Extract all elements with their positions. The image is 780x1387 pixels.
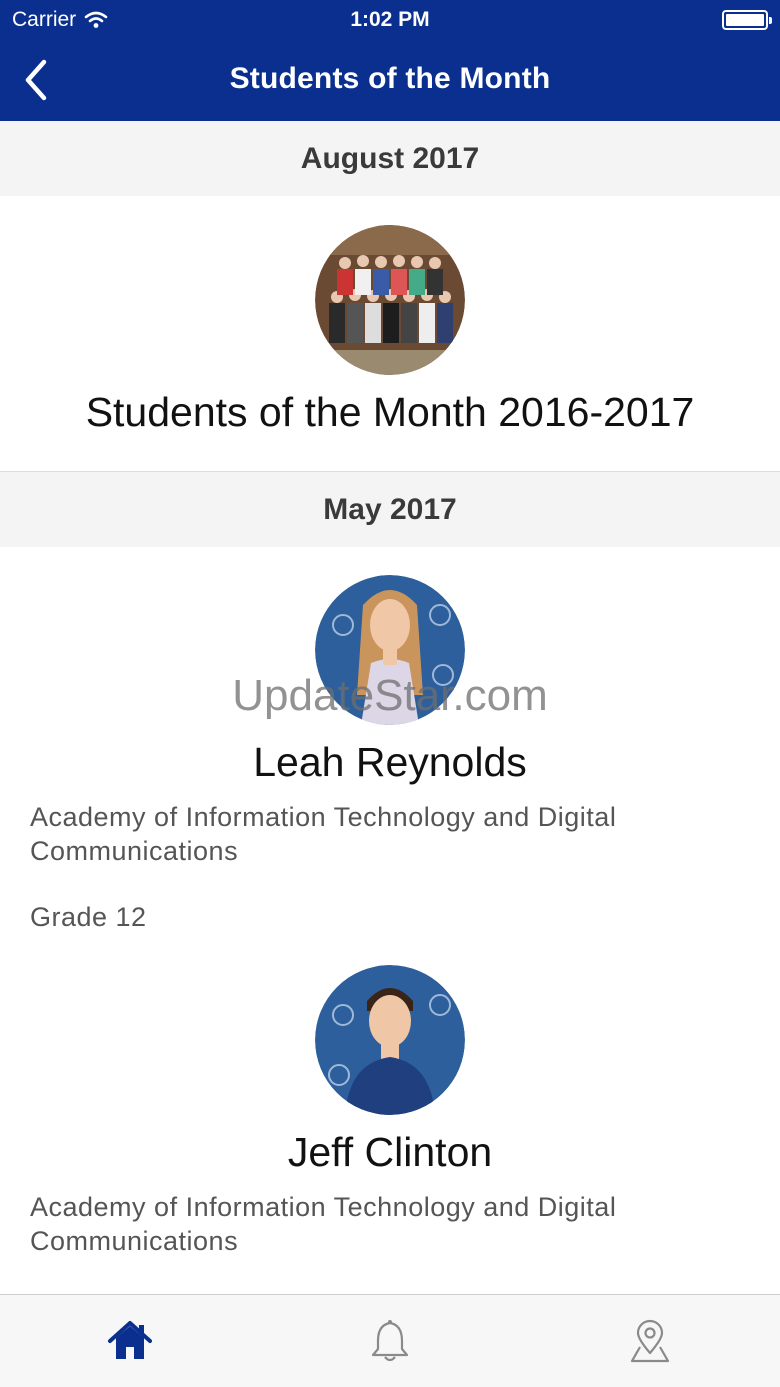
list-item[interactable]: Leah Reynolds Academy of Information Tec… bbox=[0, 547, 780, 965]
tab-home[interactable] bbox=[106, 1317, 154, 1365]
student-name: Jeff Clinton bbox=[287, 1129, 493, 1175]
student-photo bbox=[315, 575, 465, 725]
student-academy: Academy of Information Technology and Di… bbox=[30, 802, 617, 866]
home-icon bbox=[108, 1321, 152, 1359]
top-bar: Carrier 1:02 PM Students of the Month bbox=[0, 0, 780, 121]
student-photo bbox=[315, 965, 465, 1115]
list-item[interactable]: Jeff Clinton Academy of Information Tech… bbox=[0, 965, 780, 1294]
group-photo bbox=[315, 225, 465, 375]
section-header-august-2017: August 2017 bbox=[0, 121, 780, 196]
student-grade: Grade 12 bbox=[30, 902, 147, 932]
tab-bar bbox=[0, 1294, 780, 1387]
tab-notifications[interactable] bbox=[366, 1317, 414, 1365]
bell-icon bbox=[371, 1320, 409, 1362]
battery-icon bbox=[722, 10, 772, 30]
content-list[interactable]: August 2017 Students of the Month 2016-2… bbox=[0, 121, 780, 1294]
navigation-bar: Students of the Month bbox=[0, 40, 780, 121]
status-bar: Carrier 1:02 PM bbox=[0, 0, 780, 40]
tab-map[interactable] bbox=[626, 1317, 674, 1365]
status-time: 1:02 PM bbox=[350, 8, 430, 31]
section-header-may-2017: May 2017 bbox=[0, 472, 780, 547]
page-title: Students of the Month bbox=[229, 62, 551, 95]
student-name: Leah Reynolds bbox=[253, 739, 527, 785]
map-pin-icon bbox=[630, 1319, 670, 1363]
student-academy: Academy of Information Technology and Di… bbox=[30, 1192, 617, 1256]
card-title: Students of the Month 2016-2017 bbox=[85, 389, 695, 435]
list-item[interactable]: Students of the Month 2016-2017 bbox=[0, 196, 780, 471]
